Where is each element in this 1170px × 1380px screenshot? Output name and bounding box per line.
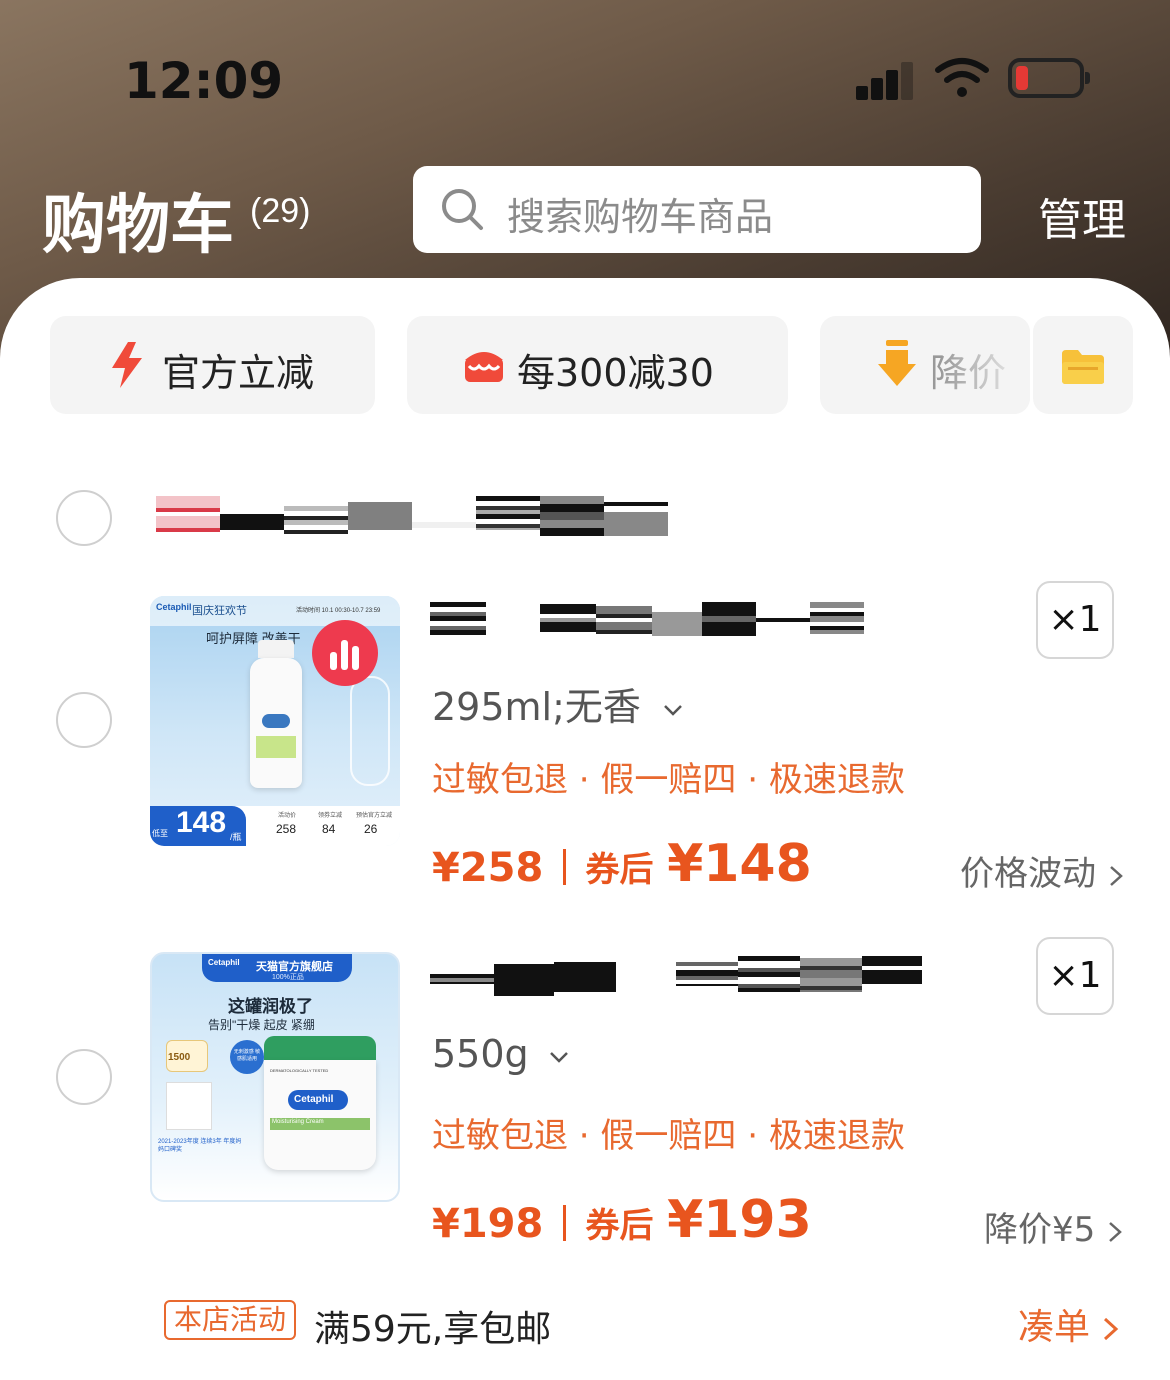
cart-count: (29) bbox=[250, 192, 311, 230]
chevron-down-icon bbox=[549, 1051, 568, 1063]
price-divider bbox=[562, 1205, 566, 1241]
quantity-stepper[interactable]: ×1 bbox=[1036, 581, 1114, 659]
wifi-icon bbox=[935, 58, 989, 97]
folder-icon bbox=[1062, 350, 1104, 384]
search-placeholder: 搜索购物车商品 bbox=[507, 195, 774, 239]
product-image[interactable]: Cetaphil 国庆狂欢节 活动时间 10.1 00:30-10.7 23:5… bbox=[150, 596, 400, 846]
promo-text: 满59元,享包邮 bbox=[314, 1309, 552, 1350]
variant-selector[interactable]: 550g bbox=[432, 1032, 571, 1076]
price-divider bbox=[562, 849, 566, 885]
price-drop-link[interactable]: 降价¥5 bbox=[984, 1202, 1124, 1251]
filter-store-discount[interactable]: 每300减30 bbox=[407, 316, 788, 414]
price-history-link[interactable]: 价格波动 bbox=[960, 846, 1125, 895]
signal-icon bbox=[856, 60, 916, 100]
quantity-stepper[interactable]: ×1 bbox=[1036, 937, 1114, 1015]
manage-button[interactable]: 管理 bbox=[1038, 184, 1126, 248]
add-on-label: 凑单 bbox=[1018, 1307, 1091, 1348]
after-coupon-label: 券后 bbox=[585, 850, 654, 890]
search-icon bbox=[442, 189, 483, 230]
service-tags: 过敏包退 · 假一赔四 · 极速退款 bbox=[432, 1116, 905, 1156]
original-price: ¥198 bbox=[432, 1201, 544, 1247]
variant-selector[interactable]: 295ml;无香 bbox=[432, 676, 685, 731]
after-coupon-price: ¥148 bbox=[667, 834, 812, 894]
variant-label: 295ml;无香 bbox=[432, 685, 641, 729]
price-line: ¥258 券后 ¥148 bbox=[432, 834, 812, 894]
filter-label: 官方立减 bbox=[162, 351, 315, 395]
chevron-right-icon bbox=[1109, 1221, 1122, 1242]
chart-badge-icon bbox=[312, 620, 378, 686]
after-coupon-price: ¥193 bbox=[667, 1190, 812, 1250]
search-input[interactable]: 搜索购物车商品 bbox=[413, 166, 981, 253]
price-line: ¥198 券后 ¥193 bbox=[432, 1190, 812, 1250]
arrow-down-icon bbox=[878, 340, 916, 386]
cart-header: 购物车 (29) 搜索购物车商品 管理 bbox=[0, 166, 1170, 263]
chevron-right-icon bbox=[1104, 1317, 1119, 1341]
lightning-icon bbox=[112, 342, 142, 388]
original-price: ¥258 bbox=[432, 845, 544, 891]
filter-official-discount[interactable]: 官方立减 bbox=[50, 316, 375, 414]
product-image[interactable]: Cetaphil 天猫官方旗舰店 100%正品 这罐润极了 告别"干燥 起皮 紧… bbox=[150, 952, 400, 1202]
price-history-label: 价格波动 bbox=[960, 854, 1096, 894]
filter-folder[interactable] bbox=[1033, 316, 1133, 414]
item-select-radio[interactable] bbox=[56, 1049, 112, 1105]
item-select-radio[interactable] bbox=[56, 692, 112, 748]
battery-icon bbox=[1008, 58, 1090, 98]
filter-price-drop[interactable]: 降价 bbox=[820, 316, 1030, 414]
status-time: 12:09 bbox=[124, 52, 284, 110]
filter-label: 每300减30 bbox=[517, 351, 714, 395]
page-title: 购物车 bbox=[42, 189, 234, 263]
promo-badge: 本店活动 bbox=[164, 1300, 297, 1340]
variant-label: 550g bbox=[432, 1032, 529, 1076]
service-tags: 过敏包退 · 假一赔四 · 极速退款 bbox=[432, 760, 905, 800]
store-icon bbox=[465, 352, 503, 382]
chevron-right-icon bbox=[1109, 865, 1123, 886]
after-coupon-label: 券后 bbox=[585, 1206, 654, 1246]
add-on-link[interactable]: 凑单 bbox=[1018, 1298, 1121, 1350]
chevron-down-icon bbox=[664, 704, 682, 716]
store-select-radio[interactable] bbox=[56, 490, 112, 546]
price-drop-label: 降价¥5 bbox=[984, 1210, 1096, 1250]
status-bar: 12:09 bbox=[0, 40, 1170, 120]
